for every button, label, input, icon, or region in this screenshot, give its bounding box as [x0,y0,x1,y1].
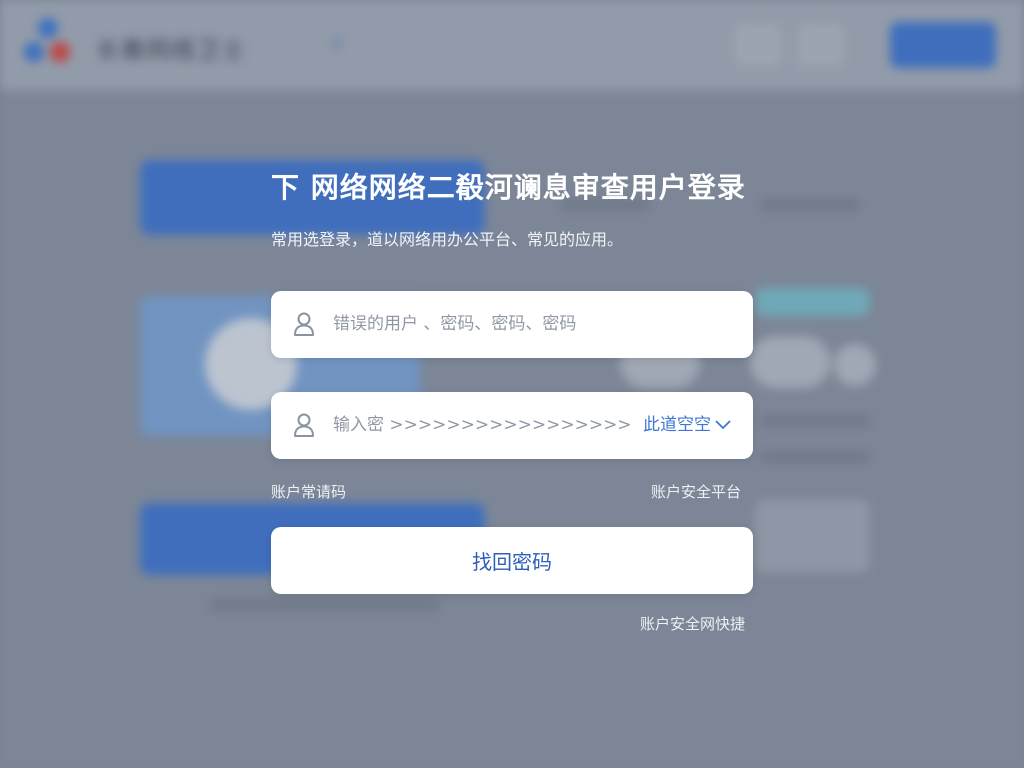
username-field[interactable]: 错误的用户 、密码、密码、密码 [271,291,753,358]
account-help-link[interactable]: 账户常请码 [271,481,346,502]
login-subtitle: 常用选登录，道以网络用办公平台、常见的应用。 [271,230,624,249]
user-icon [294,413,314,437]
password-placeholder[interactable]: 输入密 >>>>>>>>>>>>>>>>> [333,392,632,459]
recover-password-button[interactable]: 找回密码 [271,527,753,594]
password-field[interactable]: 输入密 >>>>>>>>>>>>>>>>> 此道空空 [271,392,753,459]
chevron-down-icon[interactable] [715,420,731,430]
username-placeholder[interactable]: 错误的用户 、密码、密码、密码 [333,291,576,358]
login-title: 下 网络网络二殽河谰息审查用户登录 [271,171,746,204]
account-security-link[interactable]: 账户安全平台 [651,481,741,502]
password-dropdown[interactable]: 此道空空 [643,392,731,459]
password-dropdown-label[interactable]: 此道空空 [643,415,711,435]
modal-overlay [0,0,1024,768]
user-icon [294,312,314,336]
security-shortcut-link[interactable]: 账户安全网快捷 [640,613,745,634]
